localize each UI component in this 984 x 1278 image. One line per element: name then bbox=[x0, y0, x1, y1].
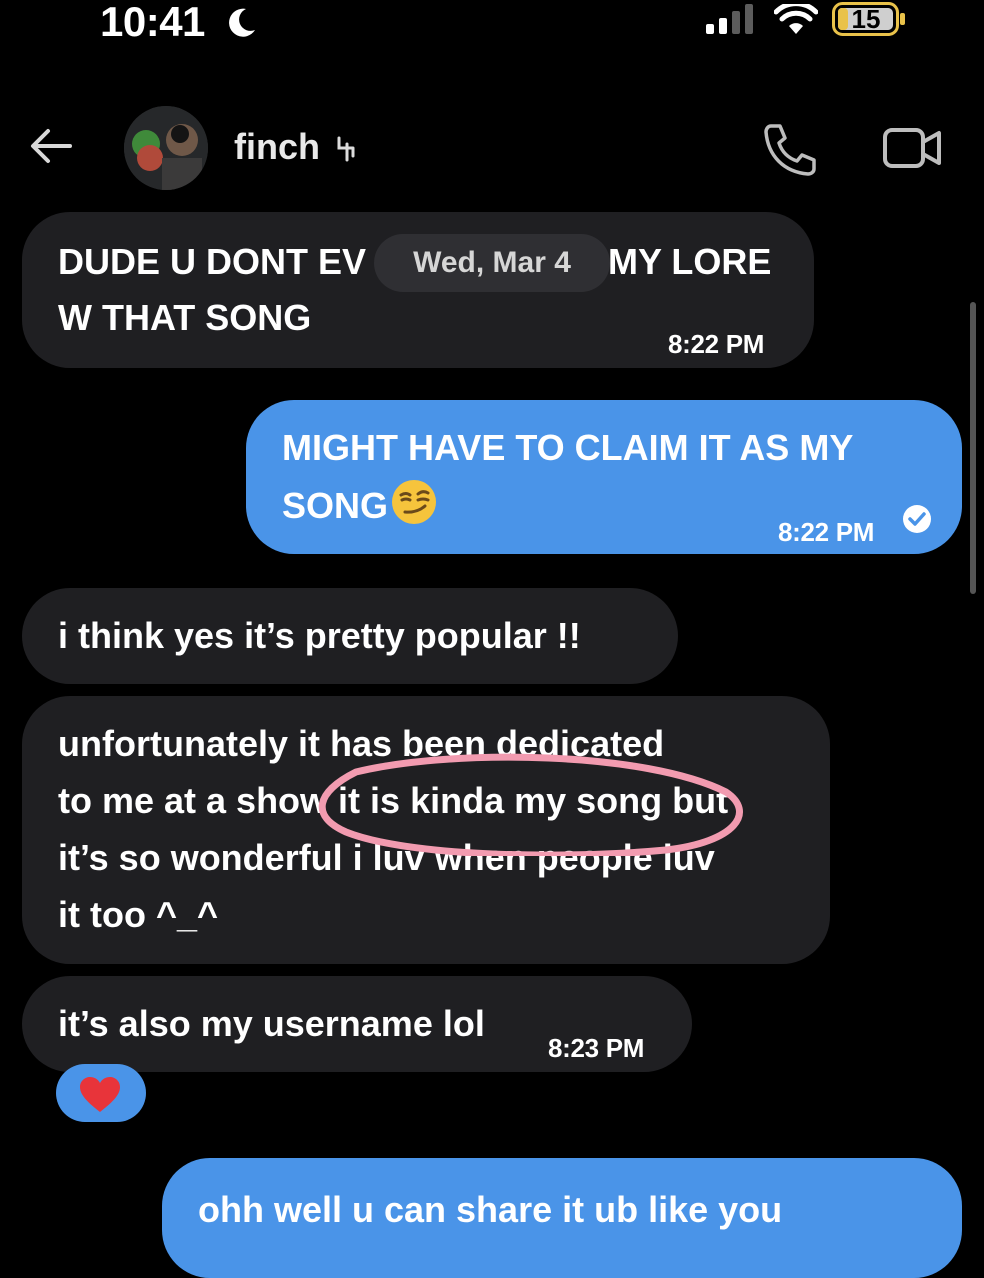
message-text: W THAT SONG bbox=[58, 297, 312, 338]
message-text: it’s also my username lol bbox=[58, 1003, 485, 1044]
message-bubble-incoming[interactable]: it’s also my username lol 8:23 PM bbox=[22, 976, 692, 1072]
message-text: it too ^_^ bbox=[58, 894, 219, 935]
phone-icon[interactable] bbox=[762, 122, 818, 176]
wifi-icon bbox=[774, 4, 818, 34]
contact-name[interactable]: finch bbox=[234, 126, 320, 168]
battery-level: 15 bbox=[851, 4, 881, 34]
message-text: to me at a show it is kinda my song but bbox=[58, 780, 729, 821]
message-text: MY LORE bbox=[608, 241, 772, 282]
message-text: MIGHT HAVE TO CLAIM IT AS MY bbox=[282, 427, 854, 468]
message-text: unfortunately it has been dedicated bbox=[58, 723, 665, 764]
signal-icon bbox=[706, 4, 753, 34]
message-timestamp: 8:22 PM bbox=[778, 517, 875, 547]
message-text: SONG bbox=[282, 485, 389, 526]
message-text: DUDE U DONT EV bbox=[58, 241, 367, 282]
reaction-badge[interactable] bbox=[56, 1064, 146, 1122]
message-bubble-incoming[interactable]: unfortunately it has been dedicated to m… bbox=[22, 696, 830, 964]
message-timestamp: 8:23 PM bbox=[548, 1033, 645, 1063]
read-receipt-check-icon bbox=[903, 505, 931, 533]
message-text: i think yes it’s pretty popular !! bbox=[58, 615, 581, 656]
status-time: 10:41 bbox=[100, 0, 205, 45]
back-arrow-icon[interactable] bbox=[28, 126, 74, 166]
message-bubble-incoming[interactable]: i think yes it’s pretty popular !! bbox=[22, 588, 678, 684]
video-call-icon[interactable] bbox=[882, 124, 942, 172]
message-bubble-outgoing[interactable]: MIGHT HAVE TO CLAIM IT AS MY SONG 8:22 P… bbox=[246, 400, 962, 554]
red-heart-icon bbox=[80, 1077, 120, 1112]
message-bubble-outgoing[interactable]: ohh well u can share it ub like you bbox=[162, 1158, 962, 1278]
message-text: ohh well u can share it ub like you bbox=[198, 1189, 783, 1230]
message-timestamp: 8:22 PM bbox=[668, 329, 765, 359]
name-symbol-icon bbox=[337, 136, 355, 162]
smirking-face-emoji-icon bbox=[392, 480, 437, 524]
message-text: it’s so wonderful i luv when people luv bbox=[58, 837, 715, 878]
scrollbar[interactable] bbox=[970, 302, 976, 594]
contact-avatar[interactable] bbox=[124, 106, 208, 190]
date-separator: Wed, Mar 4 bbox=[374, 234, 610, 292]
moon-icon bbox=[229, 8, 255, 37]
